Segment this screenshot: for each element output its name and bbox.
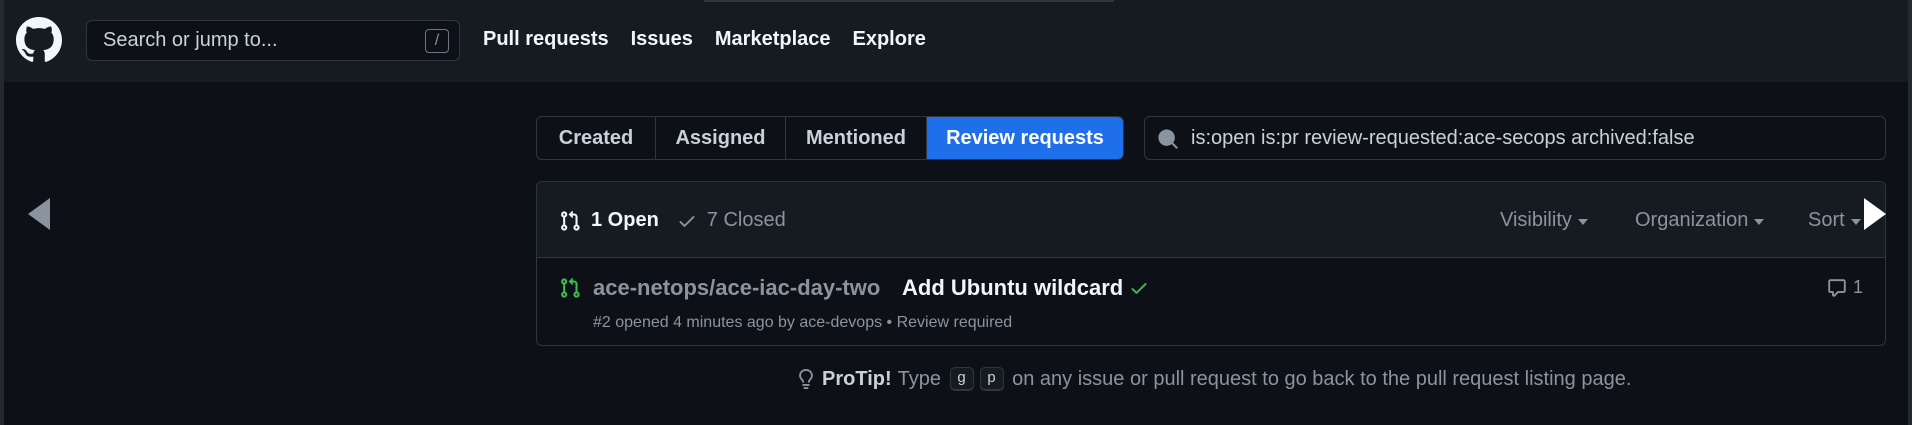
sort-dropdown[interactable]: Sort <box>1808 209 1861 232</box>
organization-dropdown[interactable]: Organization <box>1635 209 1765 232</box>
main-nav: Pull requests Issues Marketplace Explore <box>483 28 926 51</box>
previous-arrow-icon[interactable] <box>28 198 50 230</box>
comment-count: 1 <box>1852 277 1863 297</box>
pr-comments-link[interactable]: 1 <box>1827 277 1863 298</box>
github-logo-icon[interactable] <box>16 17 62 63</box>
search-shortcut-key: / <box>425 29 449 53</box>
nav-issues[interactable]: Issues <box>631 28 693 51</box>
pr-search-query: is:open is:pr review-requested:ace-secop… <box>1191 126 1695 149</box>
header-top-strip <box>704 0 1114 2</box>
window-frame-right <box>1908 0 1912 425</box>
open-state-link[interactable]: 1 Open <box>559 209 659 232</box>
pr-title-link[interactable]: Add Ubuntu wildcard <box>902 275 1123 301</box>
tab-mentioned[interactable]: Mentioned <box>786 117 927 159</box>
search-icon <box>1158 129 1178 149</box>
search-placeholder: Search or jump to... <box>103 29 278 51</box>
nav-marketplace[interactable]: Marketplace <box>715 28 831 51</box>
nav-explore[interactable]: Explore <box>853 28 926 51</box>
caret-down-icon <box>1754 218 1765 225</box>
meta-separator: • <box>886 314 897 331</box>
pr-list-box: 1 Open 7 Closed Visibility Organization … <box>536 181 1886 346</box>
kbd-g: g <box>949 367 974 391</box>
next-arrow-icon[interactable] <box>1864 198 1886 230</box>
pr-list-item: ace-netops/ace-iac-day-two Add Ubuntu wi… <box>537 258 1885 346</box>
protip-text-after: on any issue or pull request to go back … <box>1012 367 1632 390</box>
pr-author-link[interactable]: ace-devops <box>799 314 882 331</box>
tab-review-requests[interactable]: Review requests <box>927 117 1123 159</box>
open-pull-request-icon <box>561 277 580 298</box>
pr-meta: #2 opened 4 minutes ago by ace-devops • … <box>593 314 1012 332</box>
tab-assigned[interactable]: Assigned <box>656 117 786 159</box>
light-bulb-icon <box>799 369 813 389</box>
closed-state-link[interactable]: 7 Closed <box>677 209 786 232</box>
tab-created[interactable]: Created <box>537 117 656 159</box>
check-icon <box>679 215 695 227</box>
pr-list-header: 1 Open 7 Closed Visibility Organization … <box>537 182 1885 258</box>
pr-filter-tabs: Created Assigned Mentioned Review reques… <box>536 116 1124 160</box>
protip-text-before: Type <box>897 367 941 390</box>
state-toggles: 1 Open 7 Closed <box>559 209 786 232</box>
pull-request-icon <box>561 210 580 231</box>
protip-label: ProTip! <box>822 367 892 390</box>
caret-down-icon <box>1850 218 1861 225</box>
global-search-input[interactable]: Search or jump to... / <box>86 20 460 61</box>
sort-label: Sort <box>1808 209 1845 231</box>
pr-review-status[interactable]: Review required <box>897 314 1013 331</box>
pr-opened-text: #2 opened 4 minutes ago by <box>593 314 800 331</box>
checks-passed-icon[interactable] <box>1129 278 1149 298</box>
visibility-dropdown[interactable]: Visibility <box>1500 209 1588 232</box>
open-count: 1 Open <box>591 209 659 231</box>
organization-label: Organization <box>1635 209 1749 231</box>
visibility-label: Visibility <box>1500 209 1572 231</box>
protip: ProTip! Type gp on any issue or pull req… <box>796 367 1631 391</box>
closed-count: 7 Closed <box>706 209 786 231</box>
caret-down-icon <box>1577 218 1588 225</box>
pr-search-input[interactable]: is:open is:pr review-requested:ace-secop… <box>1144 116 1886 160</box>
comment-icon <box>1828 278 1846 297</box>
nav-pull-requests[interactable]: Pull requests <box>483 28 609 51</box>
top-header: Search or jump to... / Pull requests Iss… <box>4 0 1908 82</box>
pr-repo-link[interactable]: ace-netops/ace-iac-day-two <box>593 275 880 301</box>
kbd-p: p <box>979 367 1004 391</box>
